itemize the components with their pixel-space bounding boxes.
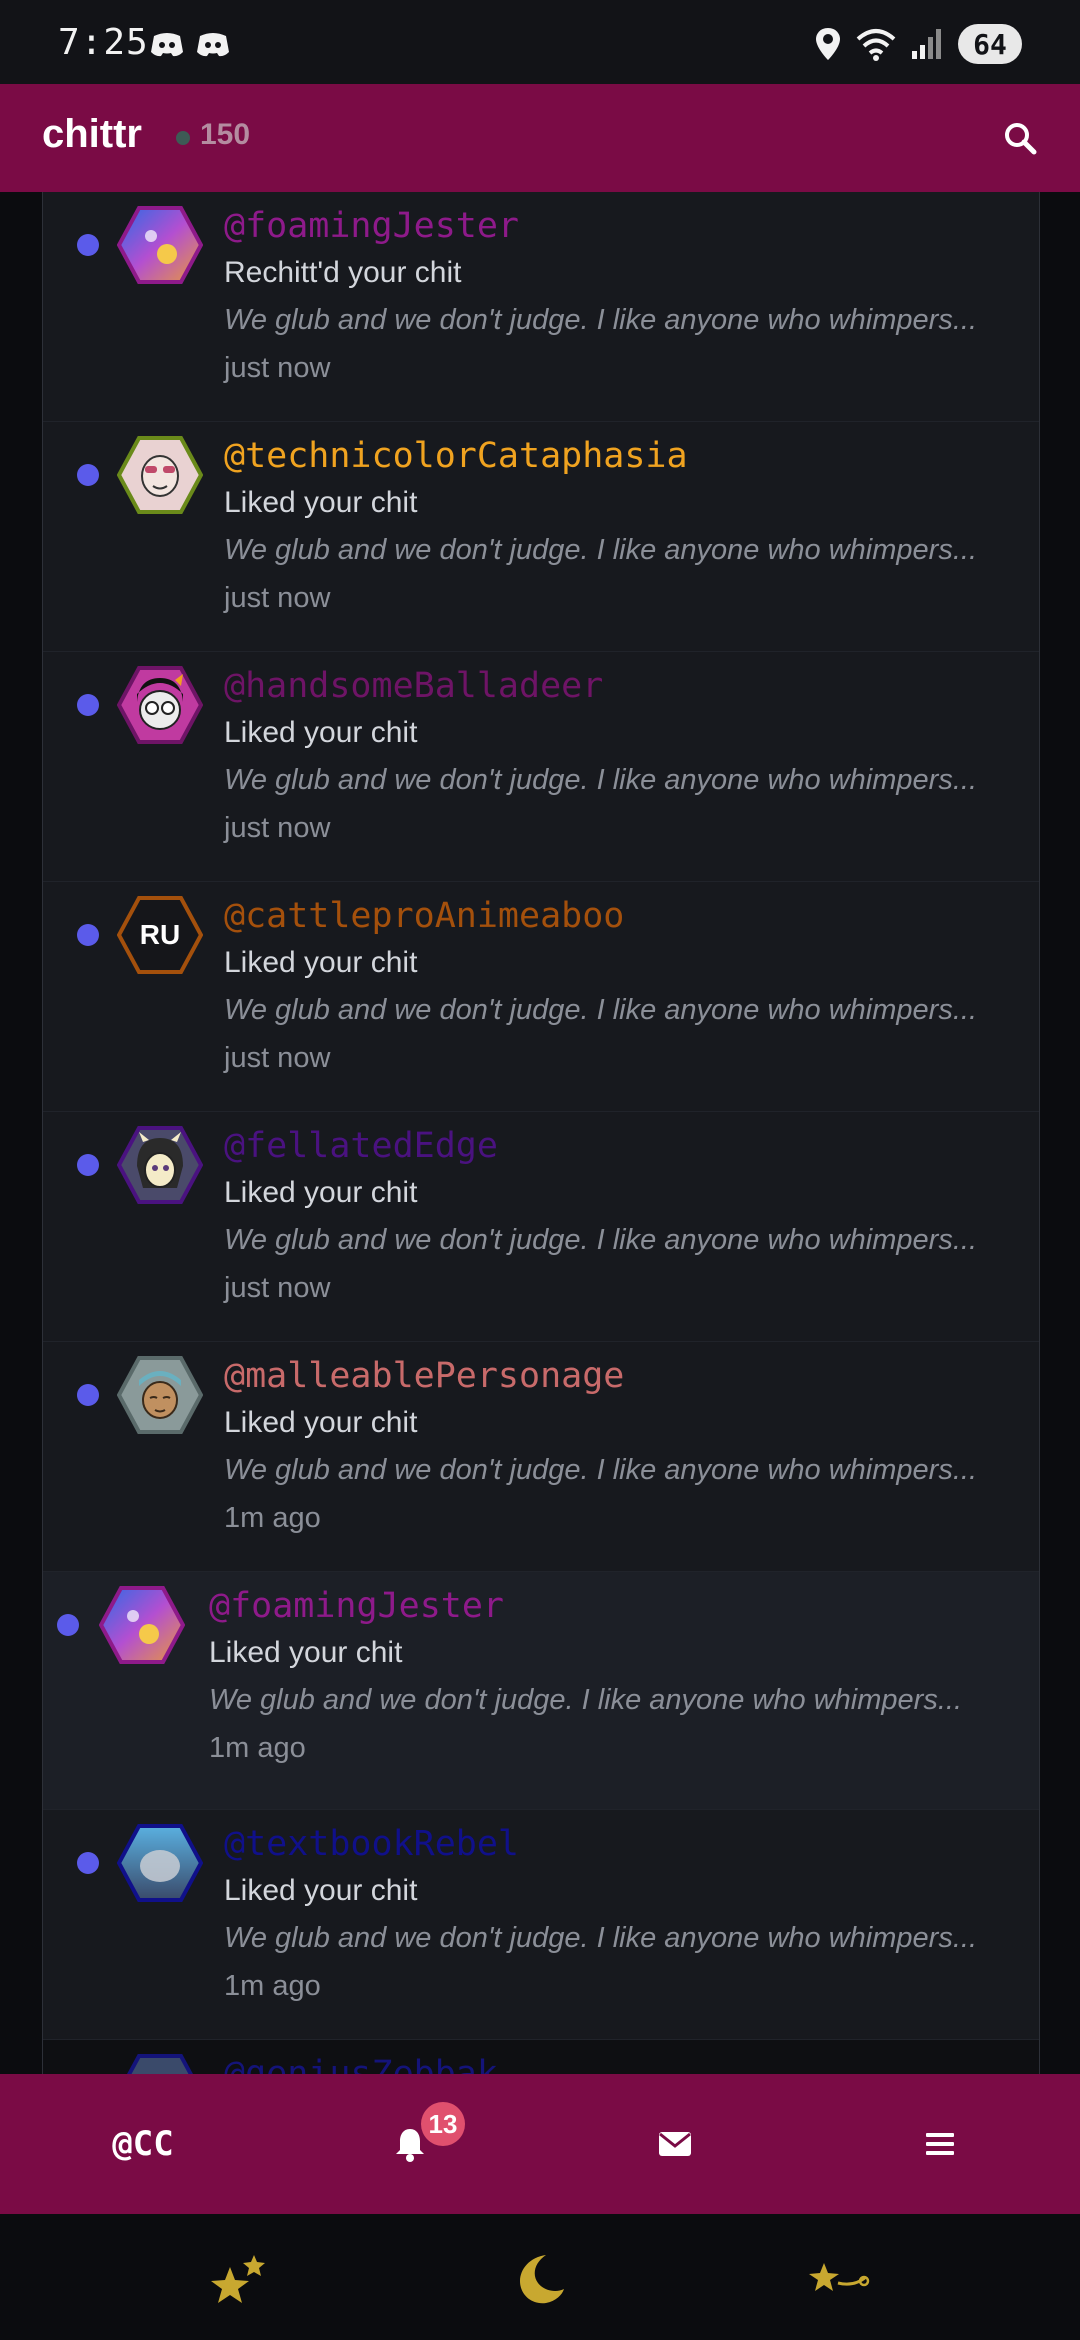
unread-indicator: [77, 234, 99, 256]
avatar[interactable]: [117, 1824, 203, 1902]
stars-icon: [211, 2255, 265, 2303]
signal-icon: [912, 29, 941, 59]
avatar[interactable]: [99, 1586, 185, 1664]
nav-messages-button[interactable]: [540, 2074, 810, 2214]
moon-icon: [520, 2255, 564, 2304]
wifi-icon: [856, 29, 896, 61]
shooting-star-icon: [809, 2263, 870, 2291]
notification-item[interactable]: @geniusZebbak: [43, 2040, 1039, 2074]
discord-icon: [197, 33, 229, 57]
notification-item[interactable]: @malleablePersonage Liked your chit We g…: [43, 1342, 1039, 1572]
notification-time: just now: [224, 812, 331, 844]
battery-indicator: 64: [958, 24, 1022, 64]
search-button[interactable]: [990, 108, 1050, 168]
status-notification-icons: [148, 30, 232, 60]
unread-indicator: [77, 924, 99, 946]
notification-username[interactable]: @textbookRebel: [224, 1824, 519, 1864]
notification-username[interactable]: @foamingJester: [209, 1586, 504, 1626]
notification-time: just now: [224, 352, 331, 384]
notification-excerpt[interactable]: We glub and we don't judge. I like anyon…: [224, 534, 1014, 567]
nav-notifications-button[interactable]: 13: [275, 2074, 545, 2214]
notification-time: just now: [224, 1042, 331, 1074]
menu-icon: [926, 2133, 954, 2155]
system-home-button[interactable]: [480, 2234, 600, 2324]
notification-excerpt[interactable]: We glub and we don't judge. I like anyon…: [224, 304, 1014, 337]
notification-action: Rechitt'd your chit: [224, 256, 462, 289]
nav-profile-button[interactable]: @CC: [8, 2074, 278, 2214]
notification-time: just now: [224, 582, 331, 614]
notification-time: just now: [224, 1272, 331, 1304]
notification-time: 1m ago: [224, 1970, 321, 2002]
unread-indicator: [77, 694, 99, 716]
notification-action: Liked your chit: [224, 716, 418, 749]
search-icon: [1005, 123, 1037, 155]
avatar[interactable]: [117, 666, 203, 744]
nav-handle: @CC: [112, 2124, 174, 2164]
notification-excerpt[interactable]: We glub and we don't judge. I like anyon…: [224, 1454, 1014, 1487]
notification-excerpt[interactable]: We glub and we don't judge. I like anyon…: [209, 1684, 1039, 1717]
notification-excerpt[interactable]: We glub and we don't judge. I like anyon…: [224, 1224, 1014, 1257]
avatar[interactable]: RU: [117, 896, 203, 974]
notification-item[interactable]: @foamingJester Rechitt'd your chit We gl…: [43, 192, 1039, 422]
notification-username[interactable]: @cattleproAnimeaboo: [224, 896, 624, 936]
app-title[interactable]: chittr: [42, 112, 142, 157]
notifications-feed[interactable]: @foamingJester Rechitt'd your chit We gl…: [42, 192, 1040, 2074]
notification-action: Liked your chit: [224, 486, 418, 519]
notification-username[interactable]: @fellatedEdge: [224, 1126, 498, 1166]
notification-action: Liked your chit: [224, 1406, 418, 1439]
system-back-button[interactable]: [780, 2234, 900, 2324]
notification-username[interactable]: @malleablePersonage: [224, 1356, 624, 1396]
notification-badge: 13: [421, 2102, 465, 2146]
avatar[interactable]: [117, 2054, 203, 2074]
notification-item[interactable]: RU @cattleproAnimeaboo Liked your chit W…: [43, 882, 1039, 1112]
notification-action: Liked your chit: [224, 1874, 418, 1907]
nav-menu-button[interactable]: [805, 2074, 1075, 2214]
notification-item[interactable]: @technicolorCataphasia Liked your chit W…: [43, 422, 1039, 652]
bottom-nav: @CC 13: [0, 2074, 1080, 2214]
online-status-dot: [176, 131, 190, 145]
status-time: 7:25: [58, 22, 149, 63]
notification-item[interactable]: @foamingJester Liked your chit We glub a…: [43, 1572, 1039, 1810]
notification-excerpt[interactable]: We glub and we don't judge. I like anyon…: [224, 764, 1014, 797]
notification-username[interactable]: @geniusZebbak: [224, 2054, 498, 2074]
app-header: chittr: [0, 84, 1080, 192]
avatar[interactable]: [117, 1126, 203, 1204]
system-recents-button[interactable]: [180, 2234, 300, 2324]
notification-item[interactable]: @fellatedEdge Liked your chit We glub an…: [43, 1112, 1039, 1342]
notification-excerpt[interactable]: We glub and we don't judge. I like anyon…: [224, 994, 1014, 1027]
notification-action: Liked your chit: [224, 1176, 418, 1209]
notification-excerpt[interactable]: We glub and we don't judge. I like anyon…: [224, 1922, 1014, 1955]
notification-action: Liked your chit: [224, 946, 418, 979]
avatar[interactable]: [117, 1356, 203, 1434]
online-count: 150: [200, 118, 251, 151]
status-bar: 7:25 64: [0, 0, 1080, 84]
notification-item[interactable]: @textbookRebel Liked your chit We glub a…: [43, 1810, 1039, 2040]
mail-icon: [659, 2132, 691, 2156]
notification-username[interactable]: @technicolorCataphasia: [224, 436, 688, 476]
unread-indicator: [77, 1852, 99, 1874]
notification-time: 1m ago: [209, 1732, 306, 1764]
notification-action: Liked your chit: [209, 1636, 403, 1669]
unread-indicator: [77, 1384, 99, 1406]
notification-username[interactable]: @handsomeBalladeer: [224, 666, 603, 706]
status-system-icons: 64: [814, 24, 1022, 64]
avatar[interactable]: [117, 206, 203, 284]
system-nav-bar: [0, 2214, 1080, 2340]
unread-indicator: [77, 464, 99, 486]
notification-username[interactable]: @foamingJester: [224, 206, 519, 246]
avatar[interactable]: [117, 436, 203, 514]
unread-indicator: [77, 1154, 99, 1176]
location-icon: [816, 28, 840, 60]
avatar-initials: RU: [140, 919, 180, 950]
unread-indicator: [57, 1614, 79, 1636]
notification-time: 1m ago: [224, 1502, 321, 1534]
discord-icon: [151, 33, 183, 57]
notification-item[interactable]: @handsomeBalladeer Liked your chit We gl…: [43, 652, 1039, 882]
